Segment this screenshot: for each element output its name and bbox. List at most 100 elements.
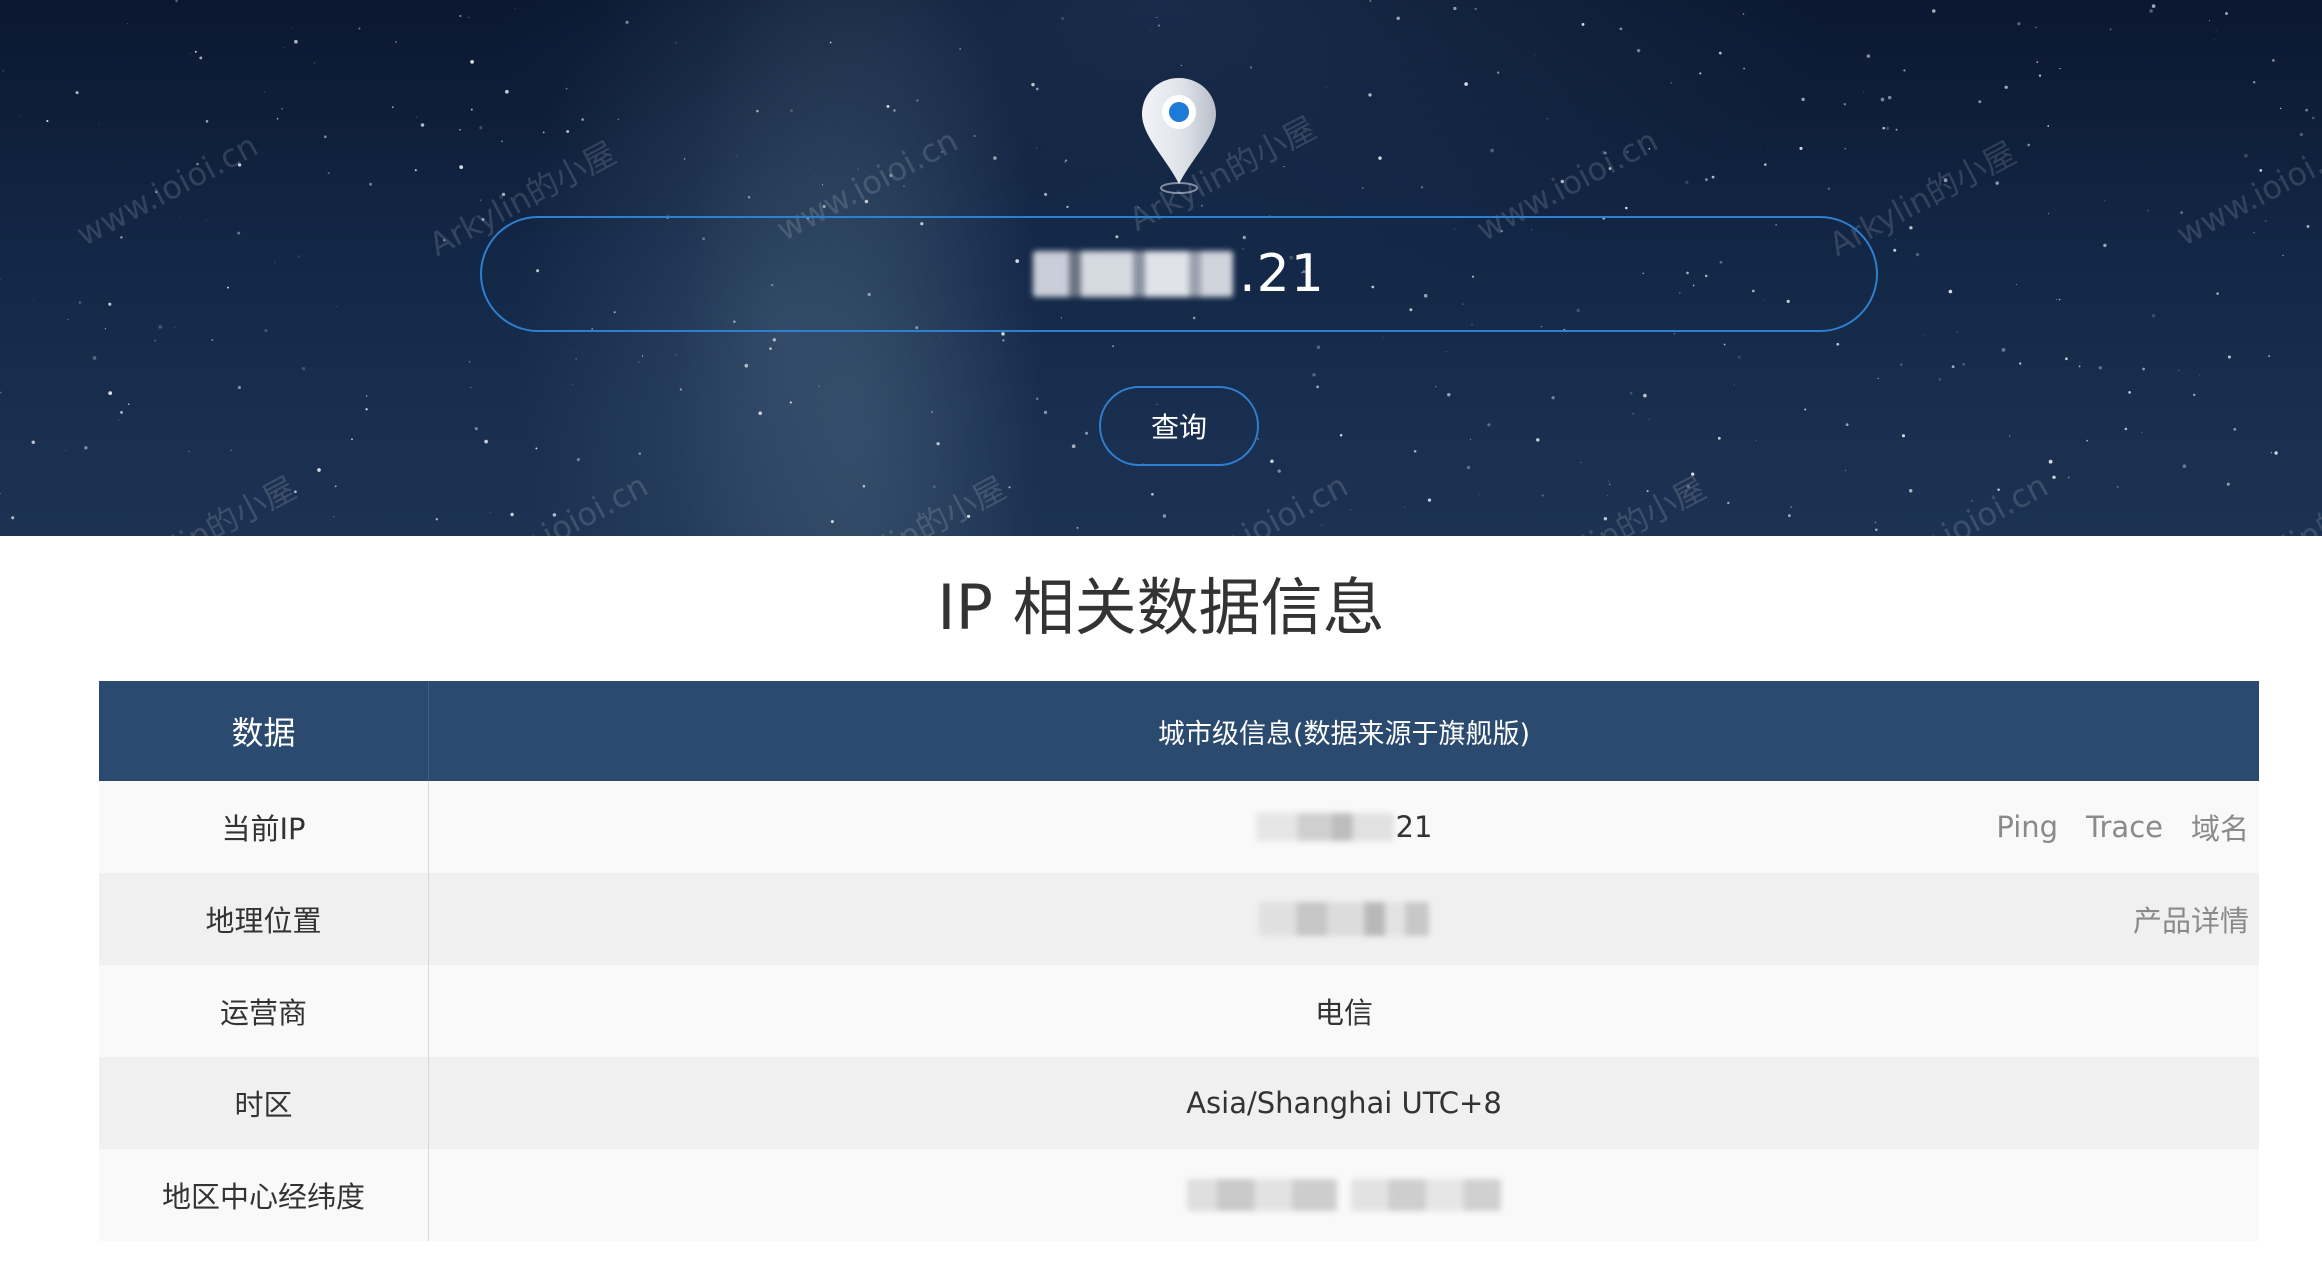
star — [2058, 298, 2061, 301]
star — [369, 182, 373, 186]
star — [2116, 486, 2119, 488]
row-value: 电信 — [1314, 996, 1373, 1030]
star — [1533, 54, 1535, 56]
star — [1880, 97, 1885, 102]
ip-suffix-text: .21 — [1239, 244, 1325, 304]
star — [2048, 459, 2053, 464]
star — [120, 410, 123, 414]
star — [2147, 209, 2149, 212]
row-label: 时区 — [99, 1057, 429, 1149]
star — [1413, 449, 1417, 453]
star — [1632, 412, 1634, 415]
star — [128, 210, 130, 212]
star — [1790, 505, 1793, 508]
star — [470, 60, 474, 64]
star — [117, 419, 120, 421]
star — [1844, 469, 1846, 471]
trace-link[interactable]: Trace — [2086, 810, 2163, 844]
star — [1727, 501, 1730, 505]
star — [1882, 126, 1885, 130]
star — [1691, 472, 1695, 476]
star — [862, 484, 866, 488]
star — [420, 123, 425, 127]
star — [2142, 367, 2145, 371]
table-row: 时区 Asia/Shanghai UTC+8 — [99, 1057, 2259, 1149]
table-row: 运营商 电信 — [99, 965, 2259, 1057]
table-row: 当前IP 21 Ping Trace 域名 — [99, 781, 2259, 873]
star — [625, 20, 629, 24]
star — [185, 57, 187, 59]
star — [205, 119, 209, 123]
query-button[interactable]: 查询 — [1099, 386, 1259, 466]
row-value — [429, 873, 2259, 965]
star — [276, 117, 279, 120]
header-key: 数据 — [99, 681, 429, 781]
star — [1629, 391, 1633, 395]
star — [510, 512, 514, 517]
star — [173, 326, 176, 328]
star — [263, 91, 266, 93]
star — [1447, 392, 1451, 397]
star — [11, 516, 15, 520]
star — [922, 513, 925, 515]
star — [335, 306, 337, 308]
star — [67, 318, 69, 321]
star — [1603, 516, 1608, 521]
star — [570, 350, 572, 352]
star — [1581, 22, 1585, 26]
star — [829, 41, 832, 44]
redacted-longitude — [1351, 1179, 1501, 1211]
star — [893, 109, 896, 112]
star — [808, 168, 810, 170]
star — [2001, 348, 2006, 352]
star — [1316, 385, 1319, 389]
row-value — [429, 1149, 2259, 1241]
star — [230, 449, 232, 452]
star — [1071, 444, 1076, 449]
star — [2279, 179, 2281, 181]
star — [1180, 64, 1182, 67]
star — [474, 427, 478, 431]
star — [2226, 482, 2230, 486]
section-title: IP 相关数据信息 — [937, 571, 1385, 644]
map-pin-icon — [1142, 78, 1216, 194]
star — [294, 39, 298, 44]
star — [1673, 332, 1676, 335]
star — [1277, 469, 1281, 473]
star — [2282, 254, 2284, 257]
star — [1909, 226, 1913, 230]
star — [65, 450, 67, 452]
row-label: 当前IP — [99, 781, 429, 873]
star — [268, 227, 270, 229]
star — [2065, 357, 2068, 361]
star — [1157, 24, 1161, 27]
star — [1626, 151, 1629, 153]
star — [301, 366, 306, 371]
star — [1002, 339, 1005, 342]
star — [2004, 85, 2008, 89]
header-value: 城市级信息(数据来源于旗舰版) — [1157, 718, 1531, 750]
star — [1031, 82, 1035, 87]
star — [637, 361, 640, 364]
ping-link[interactable]: Ping — [1996, 810, 2058, 844]
star — [1469, 438, 1471, 440]
star — [973, 134, 976, 138]
star — [226, 286, 229, 289]
star — [2109, 28, 2112, 31]
domain-link[interactable]: 域名 — [2191, 806, 2249, 848]
star — [189, 53, 191, 54]
star — [1061, 17, 1064, 20]
star — [1487, 423, 1491, 427]
star — [1551, 396, 1555, 400]
star — [736, 154, 738, 156]
star — [290, 27, 292, 29]
star — [2180, 211, 2184, 215]
product-details-link[interactable]: 产品详情 — [2133, 898, 2249, 940]
star — [351, 438, 353, 441]
star — [468, 361, 471, 363]
star — [327, 172, 330, 175]
ip-search-input[interactable]: .21 — [480, 216, 1878, 332]
star — [993, 156, 997, 160]
star — [2268, 355, 2271, 358]
star — [1827, 187, 1831, 190]
